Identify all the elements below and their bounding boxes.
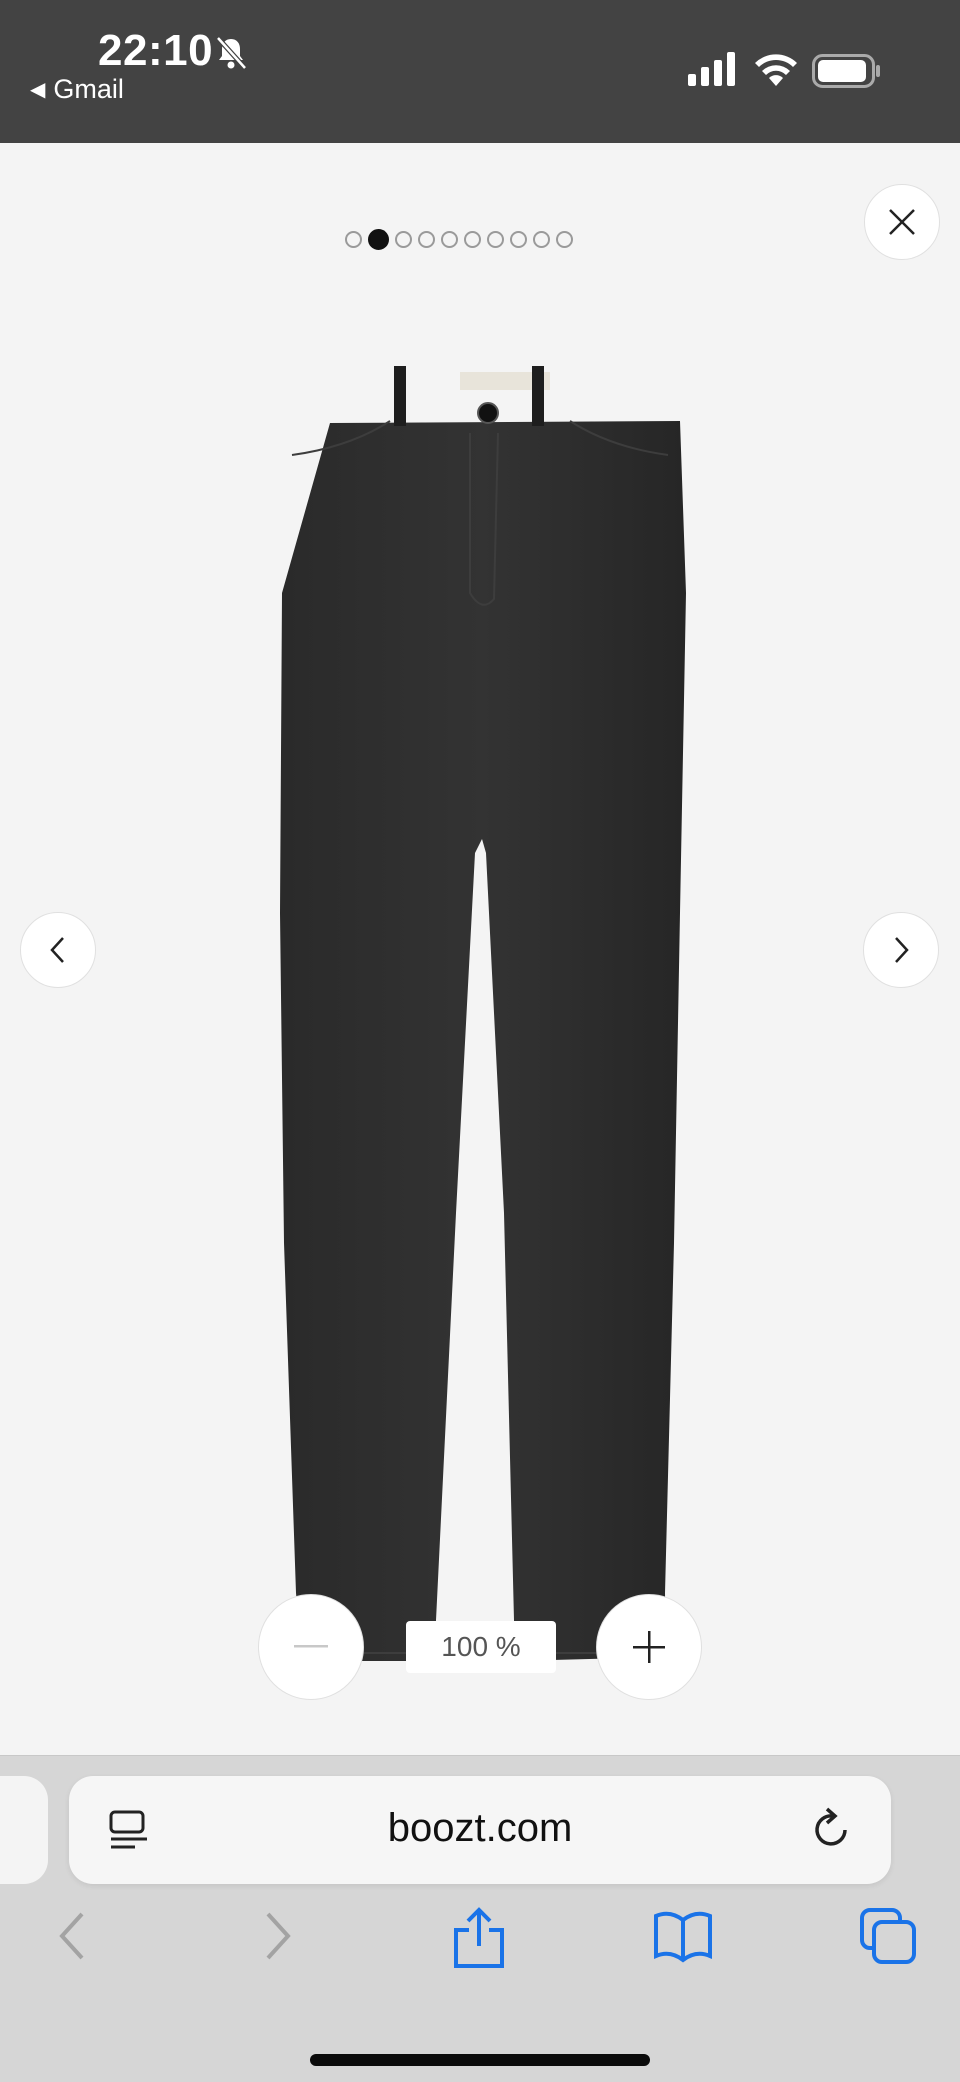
browser-nav-row <box>0 1906 960 1986</box>
pagination-dot[interactable] <box>441 231 458 248</box>
pagination-dot-active[interactable] <box>368 229 389 250</box>
status-time: 22:10 <box>98 26 214 75</box>
browser-toolbar: boozt.com <box>0 1755 960 2082</box>
reload-icon[interactable] <box>811 1806 855 1854</box>
zoom-level: 100 % <box>406 1621 556 1673</box>
bell-slash-icon <box>216 36 247 70</box>
pagination-dot[interactable] <box>464 231 481 248</box>
zoom-in-button[interactable] <box>596 1594 702 1700</box>
previous-tab-preview[interactable] <box>0 1776 48 1884</box>
battery-icon <box>812 54 880 88</box>
next-image-button[interactable] <box>863 912 939 988</box>
close-button[interactable] <box>864 184 940 260</box>
back-chevron-icon[interactable] <box>52 1906 92 1966</box>
pagination-dot[interactable] <box>533 231 550 248</box>
plus-icon <box>633 1631 665 1663</box>
zoom-out-button[interactable] <box>258 1594 364 1700</box>
back-triangle-icon: ◀ <box>30 79 46 101</box>
home-indicator[interactable] <box>310 2054 650 2066</box>
pagination-dot[interactable] <box>395 231 412 248</box>
signal-icon <box>688 52 735 86</box>
pagination-dot[interactable] <box>345 231 362 248</box>
status-bar: 22:10 ◀ Gmail <box>0 0 960 143</box>
product-image[interactable] <box>270 363 690 1669</box>
minus-icon <box>294 1645 328 1648</box>
close-icon <box>889 209 915 235</box>
image-viewer: 100 % <box>0 143 960 1755</box>
bookmarks-icon[interactable] <box>652 1906 714 1966</box>
forward-chevron-icon[interactable] <box>258 1906 298 1966</box>
pagination-dot[interactable] <box>556 231 573 248</box>
chevron-left-icon <box>50 937 64 963</box>
gallery-pagination <box>345 229 573 253</box>
tabs-icon[interactable] <box>858 1906 918 1966</box>
pagination-dot[interactable] <box>487 231 504 248</box>
address-bar[interactable]: boozt.com <box>69 1776 891 1884</box>
chevron-right-icon <box>895 937 909 963</box>
wifi-icon <box>755 54 797 86</box>
url-text: boozt.com <box>387 1806 573 1850</box>
pagination-dot[interactable] <box>418 231 435 248</box>
back-to-app-button[interactable]: ◀ Gmail <box>30 74 124 105</box>
previous-image-button[interactable] <box>20 912 96 988</box>
pagination-dot[interactable] <box>510 231 527 248</box>
back-app-label: Gmail <box>53 74 124 104</box>
share-icon[interactable] <box>452 1906 506 1970</box>
